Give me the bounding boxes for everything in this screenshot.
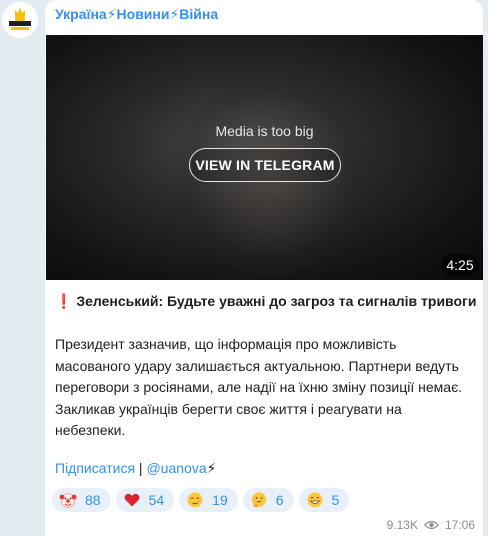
body-line: Закликав українців берегти своє життя і … — [55, 400, 402, 417]
red-heart-icon — [124, 493, 139, 507]
post-links: Підписатися | @uanova⚡ — [55, 460, 216, 477]
message-time: 17:06 — [444, 518, 475, 532]
channel-name[interactable]: Україна⚡Новини⚡Війна — [55, 6, 218, 23]
reaction-thinking[interactable]: 6 — [242, 488, 294, 512]
exclamation-icon: ❗ — [55, 293, 73, 309]
headline-text: Зеленський: Будьте уважні до загроз та с… — [76, 293, 477, 309]
message-meta: 9.13K 17:06 — [387, 518, 475, 532]
thinking-face-icon — [251, 492, 266, 508]
body-line: небезпеки. — [55, 422, 126, 438]
video-duration: 4:25 — [441, 254, 479, 276]
reaction-clown[interactable]: 88 — [52, 488, 111, 512]
reaction-heart[interactable]: 54 — [115, 488, 175, 512]
view-count: 9.13K — [386, 518, 418, 532]
clown-face-icon — [59, 493, 77, 508]
channel-logo — [2, 2, 38, 38]
media-too-big-notice: Media is too big — [215, 123, 314, 139]
reactions-bar: 88 54 19 6 5 — [52, 488, 350, 512]
post-headline: ❗ Зеленський: Будьте уважні до загроз та… — [55, 293, 476, 310]
subscribe-link[interactable]: Підписатися — [55, 460, 135, 476]
video-preview[interactable]: Media is too big VIEW IN TELEGRAM 4:25 — [46, 35, 483, 280]
body-line: переговори з росіянами, але надії на їхн… — [55, 379, 463, 395]
message-bubble: Україна⚡Новини⚡Війна Media is too big VI… — [45, 0, 483, 536]
reaction-count: 19 — [212, 492, 228, 508]
reaction-count: 5 — [331, 492, 340, 508]
reaction-count: 88 — [85, 492, 101, 508]
channel-handle-link[interactable]: @uanova — [146, 460, 206, 476]
grinning-face-icon — [307, 492, 323, 508]
view-in-telegram-button[interactable]: VIEW IN TELEGRAM — [189, 148, 341, 182]
post-body: Президент зазначив, що інформація про мо… — [55, 334, 479, 442]
reaction-crying[interactable]: 19 — [179, 488, 238, 512]
body-line: масованого удару залишається актуальною.… — [55, 357, 459, 374]
channel-avatar[interactable] — [2, 2, 38, 38]
link-separator: | — [135, 460, 147, 476]
reaction-count: 6 — [275, 492, 284, 508]
reaction-count: 54 — [148, 492, 165, 508]
crying-face-icon — [187, 492, 203, 508]
lightning-icon: ⚡ — [206, 460, 217, 476]
reaction-grinning[interactable]: 5 — [298, 488, 350, 512]
body-line: Президент зазначив, що інформація про мо… — [55, 336, 397, 352]
eye-icon — [423, 520, 439, 530]
